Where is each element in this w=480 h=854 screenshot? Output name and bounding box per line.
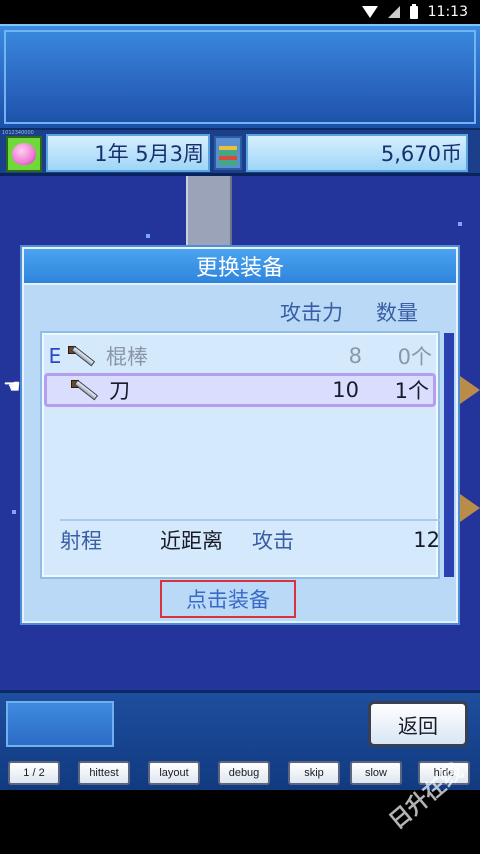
dialog-title: 更换装备 [24,249,456,285]
column-header-quantity: 数量 [376,301,418,325]
equipment-list: E 棍棒 8 0个 刀 10 1个 射程 近距离 攻击 12 [40,331,440,579]
page-indicator-button[interactable]: 1 / 2 [8,761,60,785]
stick-icon [66,342,98,370]
column-header-attack: 攻击力 [280,301,343,325]
sparkle [146,234,150,238]
list-item[interactable]: E 棍棒 8 0个 [44,339,436,373]
status-bar: 11:13 [0,0,480,24]
equipped-mark: E [48,344,62,368]
pointer-hand-icon: ☚ [3,374,21,398]
layout-button[interactable]: layout [148,761,200,785]
item-quantity: 1个 [394,379,429,403]
sparkle [458,222,462,226]
item-stats: 射程 近距离 攻击 12 [60,519,440,559]
signal-icon [387,6,400,18]
item-name: 棍棒 [106,345,148,369]
date-display: 1年 5月3周 [46,134,210,172]
hittest-button[interactable]: hittest [78,761,130,785]
item-name: 刀 [109,379,130,403]
equipment-dialog: 更换装备 攻击力 数量 E 棍棒 8 0个 刀 10 1个 射程 近距离 攻击 … [22,247,458,623]
wifi-icon [361,6,378,18]
top-banner [0,24,480,130]
item-quantity: 0个 [397,345,432,369]
sword-icon [69,376,101,404]
arrow-right-icon [460,376,480,404]
attack-label: 攻击 [252,529,294,553]
books-icon[interactable] [214,136,242,170]
range-value: 近距离 [160,529,223,553]
battery-icon [409,3,418,19]
message-box [6,701,114,747]
top-banner-frame [4,30,476,124]
money-display: 5,670币 [246,134,468,172]
skip-button[interactable]: skip [288,761,340,785]
pillar [186,176,232,248]
range-label: 射程 [60,529,102,553]
sparkle [12,510,16,514]
item-attack: 8 [348,344,362,368]
flower-icon[interactable] [6,136,42,172]
list-item-selected[interactable]: 刀 10 1个 [44,373,436,407]
status-time: 11:13 [427,4,468,20]
back-button[interactable]: 返回 [368,701,468,747]
equip-button[interactable]: 点击装备 [160,580,296,618]
debug-button[interactable]: debug [218,761,270,785]
info-bar: 1012340000 1年 5月3周 5,670币 [0,130,480,176]
arrow-right-icon [460,494,480,522]
item-attack: 10 [332,378,359,402]
attack-value: 12 [413,528,440,552]
list-scrollbar[interactable] [444,333,454,577]
